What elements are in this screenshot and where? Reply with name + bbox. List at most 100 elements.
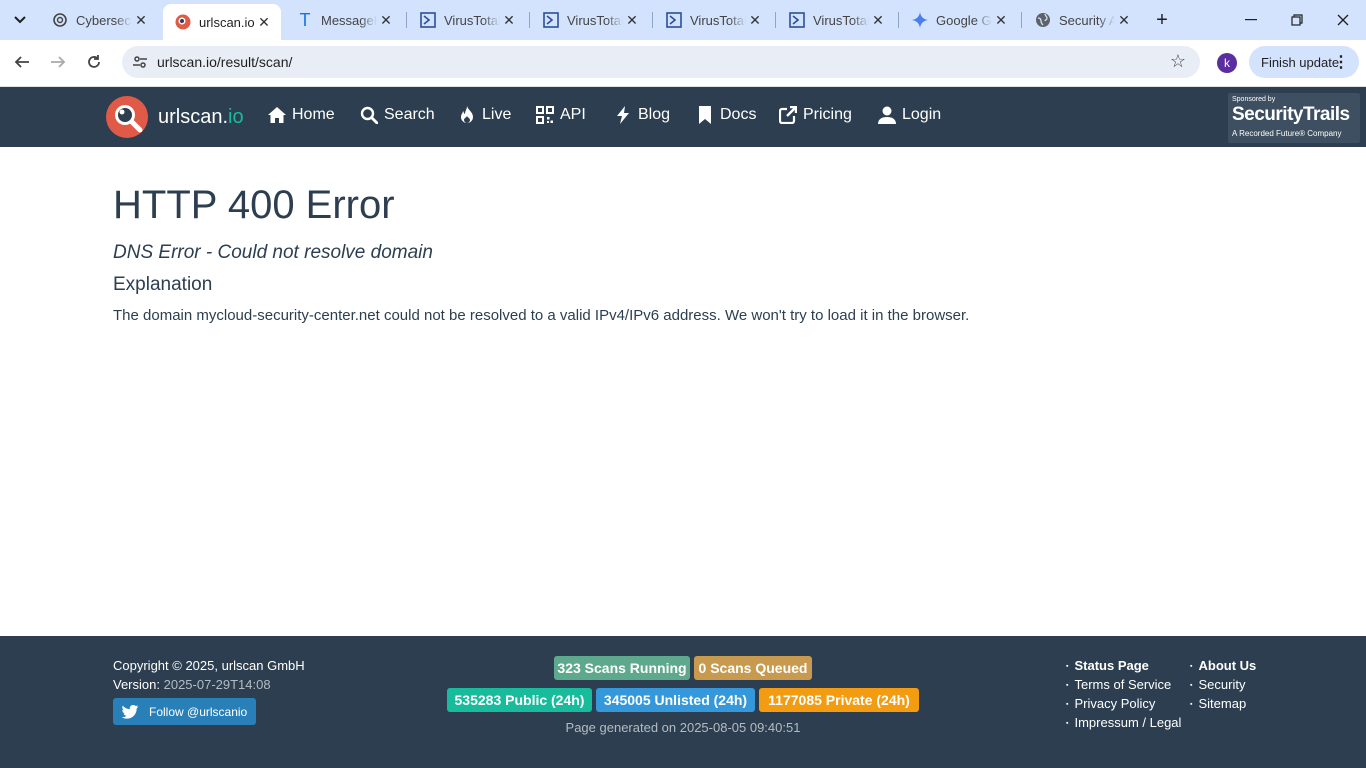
nav-blog[interactable]: Blog	[614, 106, 670, 124]
close-tab-icon[interactable]: ✕	[869, 11, 887, 29]
nav-login[interactable]: Login	[878, 106, 941, 124]
globe-icon	[1035, 12, 1051, 28]
address-bar[interactable]: urlscan.io/result/scan/ ☆	[122, 46, 1200, 78]
sponsor-securitytrails-link[interactable]: Sponsored by SecurityTrails A Recorded F…	[1228, 93, 1360, 143]
nav-api[interactable]: API	[536, 106, 586, 124]
close-tab-icon[interactable]: ✕	[992, 11, 1010, 29]
browser-tab[interactable]: VirusTotal ✕	[408, 4, 526, 36]
error-content: HTTP 400 Error DNS Error - Could not res…	[113, 185, 1253, 324]
close-window-button[interactable]	[1320, 0, 1366, 40]
footer-link-item: Privacy Policy	[1066, 695, 1181, 714]
tab-separator	[406, 12, 407, 28]
tab-title: VirusTotal	[690, 12, 746, 28]
about-us-link[interactable]: About Us	[1198, 658, 1256, 673]
finish-update-button[interactable]: Finish update ⋮	[1249, 46, 1359, 78]
tab-title: Cybersecurity	[76, 12, 132, 28]
security-link[interactable]: Security	[1198, 677, 1245, 692]
close-tab-icon[interactable]: ✕	[132, 11, 150, 29]
footer-link-item: Security	[1190, 676, 1256, 695]
url-text[interactable]: urlscan.io/result/scan/	[157, 54, 292, 70]
badge-private-24h[interactable]: 1177085 Private (24h)	[759, 688, 919, 712]
nav-label: Search	[384, 106, 435, 123]
badge-unlisted-24h[interactable]: 345005 Unlisted (24h)	[596, 688, 755, 712]
profile-avatar[interactable]: k	[1217, 53, 1237, 73]
browser-tab[interactable]: Security Alert ✕	[1023, 4, 1141, 36]
explanation-heading: Explanation	[113, 274, 213, 295]
tab-title: Google Gemini	[936, 12, 992, 28]
site-settings-icon[interactable]	[130, 52, 150, 72]
sponsor-line3: A Recorded Future® Company	[1232, 129, 1342, 138]
footer-link-item: Impressum / Legal	[1066, 714, 1181, 733]
status-page-link[interactable]: Status Page	[1074, 658, 1148, 673]
forward-button[interactable]	[44, 48, 72, 76]
copyright-text: Copyright © 2025, urlscan GmbH	[113, 658, 305, 673]
close-tab-icon[interactable]: ✕	[500, 11, 518, 29]
terms-link[interactable]: Terms of Service	[1074, 677, 1171, 692]
footer-link-item: Terms of Service	[1066, 676, 1181, 695]
close-tab-icon[interactable]: ✕	[623, 11, 641, 29]
gemini-icon	[912, 12, 928, 28]
site-footer: Copyright © 2025, urlscan GmbH Version: …	[0, 636, 1366, 768]
virustotal-icon	[543, 12, 559, 28]
external-link-icon	[779, 106, 797, 124]
privacy-link[interactable]: Privacy Policy	[1074, 696, 1155, 711]
tab-title: Security Alert	[1059, 12, 1115, 28]
browser-tab[interactable]: VirusTotal ✕	[531, 4, 649, 36]
browser-toolbar: urlscan.io/result/scan/ ☆ k Finish updat…	[0, 40, 1366, 87]
search-icon	[360, 106, 378, 124]
impressum-link[interactable]: Impressum / Legal	[1074, 715, 1181, 730]
reload-button[interactable]	[80, 48, 108, 76]
tab-search-chevron-icon[interactable]	[8, 8, 32, 32]
twitter-follow-label: Follow @urlscanio	[149, 704, 248, 719]
tab-separator	[898, 12, 899, 28]
virustotal-icon	[420, 12, 436, 28]
nav-home[interactable]: Home	[268, 106, 335, 124]
nav-live[interactable]: Live	[458, 106, 511, 124]
user-icon	[878, 106, 896, 124]
browser-tab-active[interactable]: urlscan.io ✕	[163, 4, 281, 40]
nav-label: Blog	[638, 106, 671, 123]
browser-tab[interactable]: VirusTotal ✕	[654, 4, 772, 36]
openai-icon	[52, 12, 68, 28]
close-tab-icon[interactable]: ✕	[255, 13, 273, 31]
badge-public-24h[interactable]: 535283 Public (24h)	[447, 688, 592, 712]
more-menu-icon: ⋮	[1333, 54, 1349, 71]
explanation-text: The domain mycloud-security-center.net c…	[113, 307, 970, 324]
footer-link-item: Status Page	[1066, 657, 1181, 676]
version-value: 2025-07-29T14:08	[163, 677, 271, 692]
back-button[interactable]	[8, 48, 36, 76]
sponsor-line1: Sponsored by	[1232, 96, 1276, 103]
nav-search[interactable]: Search	[360, 106, 435, 124]
sponsor-line2: SecurityTrails	[1232, 104, 1350, 125]
browser-tab[interactable]: T MessageHeader ✕	[285, 4, 403, 36]
browser-tab[interactable]: Cybersecurity ✕	[40, 4, 158, 36]
error-subtitle: DNS Error - Could not resolve domain	[113, 242, 433, 263]
home-icon	[268, 106, 286, 124]
browser-tab[interactable]: Google Gemini ✕	[900, 4, 1018, 36]
nav-pricing[interactable]: Pricing	[779, 106, 852, 124]
tab-separator	[529, 12, 530, 28]
restore-button[interactable]	[1274, 0, 1320, 40]
brand-link[interactable]: urlscan.io	[106, 96, 244, 138]
tab-title: urlscan.io	[199, 14, 255, 30]
sitemap-link[interactable]: Sitemap	[1198, 696, 1246, 711]
minimize-button[interactable]	[1228, 0, 1274, 40]
version-text: Version: 2025-07-29T14:08	[113, 677, 271, 692]
nav-label: Live	[482, 106, 512, 123]
tab-title: VirusTotal	[567, 12, 623, 28]
nav-label: Login	[902, 106, 942, 123]
close-tab-icon[interactable]: ✕	[1115, 11, 1133, 29]
qrcode-icon	[536, 106, 554, 124]
bookmark-star-icon[interactable]: ☆	[1170, 51, 1186, 72]
nav-docs[interactable]: Docs	[696, 106, 756, 124]
tab-title: VirusTotal	[444, 12, 500, 28]
browser-tab[interactable]: VirusTotal ✕	[777, 4, 895, 36]
finish-update-label: Finish update	[1261, 54, 1340, 70]
brand-name: urlscan.io	[158, 105, 244, 128]
close-tab-icon[interactable]: ✕	[377, 11, 395, 29]
new-tab-button[interactable]: +	[1150, 8, 1174, 32]
browser-tab-bar: Cybersecurity ✕ urlscan.io ✕ T MessageHe…	[0, 0, 1366, 40]
urlscan-icon	[175, 14, 191, 30]
close-tab-icon[interactable]: ✕	[746, 11, 764, 29]
error-title: HTTP 400 Error	[113, 183, 395, 227]
